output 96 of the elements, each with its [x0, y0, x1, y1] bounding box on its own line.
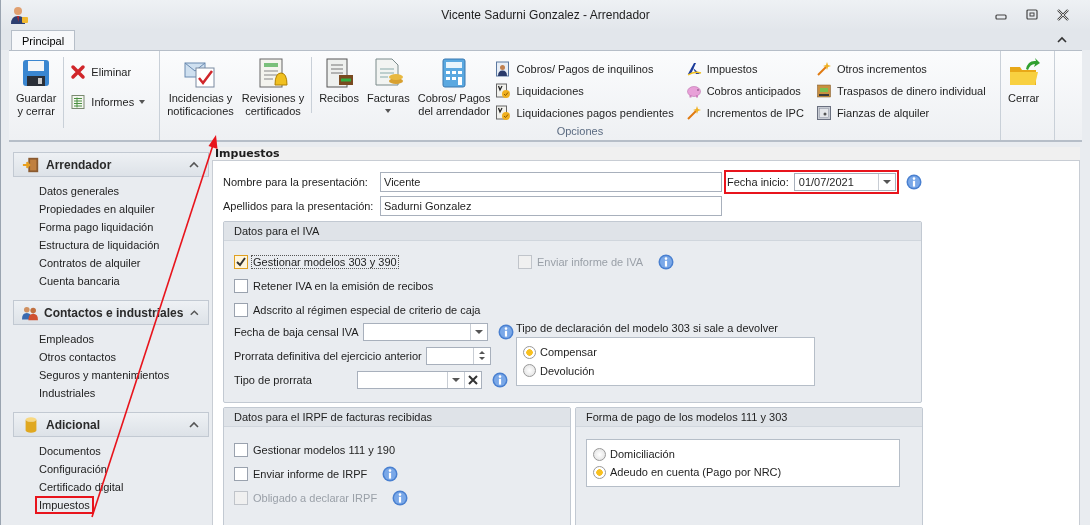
ribbon-item[interactable]: Incrementos de IPC — [683, 102, 806, 124]
sidebar-link[interactable]: Forma pago liquidación — [35, 218, 158, 236]
radio-label[interactable]: Adeudo en cuenta (Pago por NRC) — [610, 466, 782, 478]
field-label: Fecha de baja censal IVA — [234, 325, 360, 338]
sidebar-link[interactable]: Propiedades en alquiler — [35, 200, 159, 218]
ribbon-item[interactable]: Cobros/ Pagos de inquilinos — [493, 58, 676, 80]
spreadsheet-icon — [70, 94, 87, 110]
ribbon-item[interactable]: Cobros anticipados — [683, 80, 806, 102]
ribbon-item[interactable]: Liquidaciones — [493, 80, 676, 102]
radio-label[interactable]: Domiciliación — [610, 448, 675, 460]
group-title: Datos para el IRPF de facturas recibidas — [234, 411, 433, 423]
group-label: Opciones — [555, 125, 605, 139]
sidebar-link[interactable]: Estructura de liquidación — [35, 236, 164, 254]
clear-icon[interactable] — [468, 374, 478, 385]
person-icon — [9, 5, 29, 25]
checkbox[interactable] — [234, 255, 248, 269]
ribbon-item[interactable]: Liquidaciones pagos pendientes — [493, 102, 676, 124]
receipt-icon — [323, 57, 356, 89]
dropdown-field[interactable] — [362, 322, 488, 341]
ribbon-item[interactable]: Impuestos — [683, 58, 806, 80]
radio-button[interactable] — [523, 345, 536, 359]
section-title: Impuestos — [215, 147, 280, 160]
info-icon[interactable] — [492, 371, 508, 388]
radio-group-title: Tipo de declaración del modelo 303 si sale a devolver — [516, 322, 779, 334]
caret-icon — [139, 100, 146, 104]
piggy-bank-icon — [685, 83, 702, 99]
group-title: Forma de pago de los modelos 111 y 303 — [586, 411, 788, 423]
checkbox[interactable] — [234, 443, 248, 457]
checked-document-icon — [495, 83, 512, 99]
sidebar-link[interactable]: Documentos — [35, 442, 105, 460]
caret-icon — [385, 109, 392, 113]
text-field[interactable]: Vicente — [380, 172, 722, 192]
ribbon-item[interactable]: Traspasos de dinero individual — [813, 80, 988, 102]
ribbon-button[interactable]: Incidencias y notificaciones — [164, 51, 237, 125]
checkbox-label[interactable]: Enviar informe de IRPF — [251, 467, 370, 481]
checkbox-label[interactable]: Adscrito al régimen especial de criterio de caja — [251, 303, 483, 317]
ribbon-button[interactable]: Cobros/ Pagos del arrendador — [414, 51, 494, 125]
checkbox-label[interactable]: Gestionar modelos 303 y 390 — [251, 255, 399, 269]
date-field[interactable]: 01/07/2021 — [793, 173, 896, 191]
cash-register-icon — [815, 83, 832, 99]
sidebar-header[interactable]: Adicional — [13, 412, 209, 437]
sidebar-link[interactable]: Datos generales — [35, 182, 124, 200]
radio-button[interactable] — [523, 364, 536, 378]
invoice-coins-icon — [372, 57, 405, 89]
checkbox-label[interactable]: Retener IVA en la emisión de recibos — [251, 279, 436, 293]
sidebar-header[interactable]: Arrendador — [13, 152, 209, 177]
ribbon-button[interactable]: Cerrar — [1004, 51, 1043, 140]
delete-icon — [70, 64, 87, 80]
checkbox[interactable] — [234, 303, 248, 317]
maximize-icon[interactable] — [1025, 9, 1039, 21]
field-label: Tipo de prorrata — [234, 373, 313, 386]
checked-document-icon — [495, 105, 512, 121]
number-field[interactable] — [425, 346, 491, 365]
checkbox-label[interactable]: Gestionar modelos 111 y 190 — [251, 443, 398, 457]
ribbon-item[interactable]: Informes — [68, 91, 148, 113]
notebook-bell-icon — [257, 57, 289, 89]
field-label: Fecha inicio: — [726, 176, 790, 188]
info-icon[interactable] — [497, 323, 514, 340]
sidebar-link[interactable]: Industriales — [35, 384, 100, 402]
person-card-icon — [495, 61, 512, 77]
dropdown-field[interactable] — [357, 370, 482, 389]
radio-button[interactable] — [593, 465, 606, 479]
tax-logo-icon — [685, 61, 702, 77]
ribbon-button[interactable]: Revisiones y certificados — [238, 51, 308, 125]
collapse-ribbon-icon[interactable] — [1056, 35, 1068, 45]
magic-wand-icon — [685, 105, 702, 121]
checkbox[interactable] — [234, 467, 248, 481]
close-icon[interactable] — [1056, 9, 1070, 21]
window-title: Vicente Sadurni Gonzalez - Arrendador — [441, 8, 650, 22]
sidebar-link[interactable]: Configuración — [35, 460, 111, 478]
ribbon-item[interactable]: Otros incrementos — [813, 58, 988, 80]
radio-label[interactable]: Compensar — [540, 346, 597, 359]
sidebar-link[interactable]: Otros contactos — [35, 348, 121, 366]
radio-label[interactable]: Devolución — [540, 364, 595, 377]
safe-icon — [815, 105, 832, 121]
sidebar-link[interactable]: Empleados — [35, 330, 99, 348]
info-icon[interactable] — [382, 466, 399, 482]
radio-button[interactable] — [593, 447, 606, 461]
field-label: Apellidos para la presentación: — [223, 200, 375, 212]
field-label: Nombre para la presentación: — [223, 176, 369, 188]
info-icon[interactable] — [905, 174, 922, 190]
sidebar-link[interactable]: Impuestos — [35, 496, 94, 514]
ribbon-button[interactable]: Facturas — [363, 51, 413, 125]
ribbon-tab[interactable]: Principal — [11, 30, 76, 50]
field-label: Prorrata definitiva del ejercicio anterior — [234, 349, 423, 362]
checkbox[interactable] — [234, 279, 248, 293]
sidebar-link[interactable]: Cuenta bancaria — [35, 272, 124, 290]
group-title: Datos para el IVA — [234, 225, 320, 237]
text-field[interactable]: Sadurni Gonzalez — [380, 196, 722, 216]
ribbon-item[interactable]: Fianzas de alquiler — [813, 102, 988, 124]
ribbon-item[interactable]: Eliminar — [68, 61, 148, 83]
ribbon-button[interactable]: Guardar y cerrar — [13, 51, 60, 140]
door-icon — [22, 155, 40, 174]
sidebar-link[interactable]: Contratos de alquiler — [35, 254, 145, 272]
magic-wand-icon — [815, 61, 832, 77]
ribbon-button[interactable]: Recibos — [316, 51, 362, 125]
